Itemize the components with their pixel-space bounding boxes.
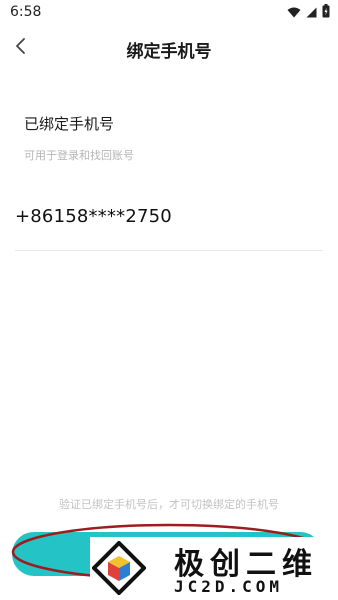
- signal-icon: [306, 3, 317, 22]
- battery-icon: [322, 3, 330, 22]
- header: 绑定手机号: [0, 26, 338, 70]
- watermark: 极创二维 JC2D.COM: [90, 537, 338, 600]
- page-title: 绑定手机号: [126, 42, 212, 62]
- status-time: 6:58: [10, 4, 42, 20]
- status-bar: 6:58: [0, 0, 338, 26]
- watermark-logo-icon: [92, 541, 146, 595]
- section-title: 已绑定手机号: [24, 115, 115, 133]
- wifi-icon: [287, 3, 301, 22]
- section-subtitle: 可用于登录和找回账号: [24, 149, 134, 162]
- bound-phone-number: +86158****2750: [15, 206, 172, 227]
- watermark-domain: JC2D.COM: [174, 577, 284, 596]
- status-icons: [287, 3, 330, 22]
- divider: [15, 250, 323, 251]
- switch-hint-text: 验证已绑定手机号后，才可切换绑定的手机号: [59, 498, 279, 511]
